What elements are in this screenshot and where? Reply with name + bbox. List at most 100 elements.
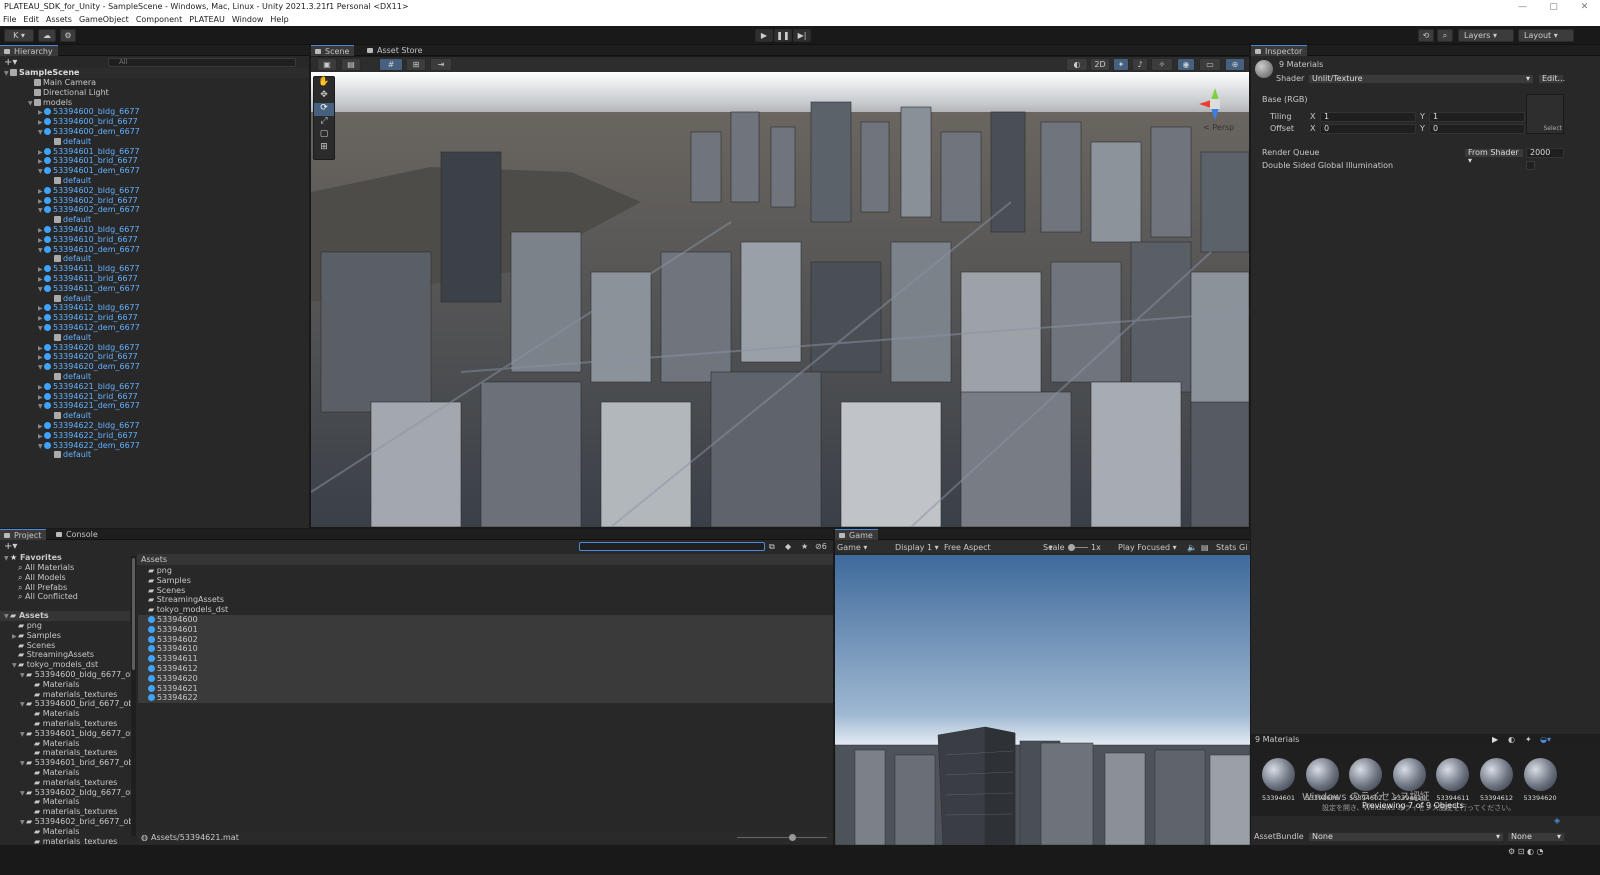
gizmos-icon[interactable]: ⊕ [1225, 58, 1245, 71]
hierarchy-item[interactable]: ▼ 53394602_dem_6677 [38, 205, 140, 215]
menu-help[interactable]: Help [270, 14, 288, 26]
hierarchy-item[interactable]: default [48, 137, 91, 147]
asset-material[interactable]: 53394621 [138, 683, 833, 694]
camera-icon[interactable]: ▭ [1199, 58, 1221, 71]
scene-viewport[interactable]: ✋ ✥ ⟳ ⤢ ▢ ⊞ < Persp [311, 72, 1249, 527]
hierarchy-item[interactable]: ▶ 53394610_brid_6677 [38, 235, 138, 245]
chevron-down-icon[interactable]: ▼ [38, 324, 44, 334]
snap-icon[interactable]: ⊞ [406, 58, 426, 71]
hierarchy-item[interactable]: ▶ 53394622_brid_6677 [38, 431, 138, 441]
texture-select-button[interactable]: Select [1543, 125, 1562, 132]
hierarchy-item[interactable]: ▶ 53394621_brid_6677 [38, 392, 138, 402]
rect-tool-icon[interactable]: ▢ [314, 129, 334, 142]
project-folder[interactable]: ▰ materials_textures [28, 837, 117, 845]
project-folder[interactable]: ▼▰ 53394600_bldg_6677_obj [20, 670, 133, 680]
lighting-icon[interactable]: ✦ [1113, 58, 1129, 71]
play-focus-dropdown[interactable]: Play Focused ▾ [1118, 543, 1177, 552]
collab-icon[interactable]: ⚙ [60, 29, 76, 42]
project-folder[interactable]: ▰ materials_textures [28, 719, 117, 729]
hierarchy-item[interactable]: ▶ 53394612_bldg_6677 [38, 303, 140, 313]
tiling-y-field[interactable]: 1 [1429, 112, 1525, 122]
icon-size-slider[interactable] [737, 834, 827, 841]
project-folder[interactable]: ▼▰ 53394601_brid_6677_obj [20, 758, 133, 768]
tab-hierarchy[interactable]: Hierarchy [0, 45, 58, 56]
scene-row[interactable]: ▼ SampleScene [4, 68, 309, 78]
asset-material[interactable]: 53394620 [138, 673, 833, 684]
close-button[interactable]: ✕ [1569, 0, 1600, 14]
project-folder[interactable]: ▰ materials_textures [28, 690, 117, 700]
favorite-star-icon[interactable]: ★ [801, 542, 808, 551]
game-viewport[interactable] [835, 555, 1250, 845]
hierarchy-item[interactable]: ▶ 53394600_brid_6677 [38, 117, 138, 127]
project-folder[interactable]: ▰ materials_textures [28, 807, 117, 817]
hand-tool-icon[interactable]: ✋ [314, 77, 334, 90]
favorite-item[interactable]: ⌕ All Materials [18, 563, 74, 573]
asset-material[interactable]: 53394612 [138, 664, 833, 674]
hierarchy-item[interactable]: ▶ 53394601_brid_6677 [38, 156, 138, 166]
asset-material[interactable]: 53394602 [138, 634, 833, 645]
hierarchy-item[interactable]: ▶ 53394622_bldg_6677 [38, 421, 140, 431]
tiling-x-field[interactable]: 1 [1320, 112, 1416, 122]
project-search-input[interactable] [579, 542, 765, 551]
shader-dropdown[interactable]: Unlit/Texture ▾ [1308, 74, 1534, 84]
project-folder[interactable]: ▼▰ 53394601_bldg_6677_obj [20, 729, 133, 739]
display-dropdown[interactable]: Display 1 ▾ [895, 543, 939, 552]
project-folder[interactable]: ▰ png [12, 621, 42, 631]
assetbundle-variant-dropdown[interactable]: None ▾ [1507, 832, 1565, 842]
menu-gameobject[interactable]: GameObject [79, 14, 129, 26]
dsgi-checkbox[interactable] [1526, 161, 1535, 170]
hierarchy-item[interactable]: Directional Light [28, 88, 109, 98]
preview-sphere-icon[interactable]: ◐ [1508, 735, 1515, 744]
stats-button[interactable]: Stats [1216, 543, 1236, 552]
draw-mode-icon[interactable]: ▣ [317, 58, 337, 71]
project-folder[interactable]: ▰ Materials [28, 709, 79, 719]
project-folder[interactable]: ▰ materials_textures [28, 778, 117, 788]
hierarchy-item[interactable]: ▼ 53394610_dem_6677 [38, 245, 140, 255]
cloud-icon[interactable]: ☁ [38, 29, 56, 42]
hierarchy-item[interactable]: ▶ 53394600_bldg_6677 [38, 107, 140, 117]
tab-inspector[interactable]: Inspector [1251, 45, 1308, 56]
hierarchy-item[interactable]: default [48, 254, 91, 264]
add-icon[interactable]: +▾ [4, 57, 17, 68]
project-folder[interactable]: ▰ Materials [28, 739, 79, 749]
asset-material[interactable]: 53394601 [138, 624, 833, 635]
material-thumbnail[interactable] [1349, 758, 1383, 791]
favorite-item[interactable]: ⌕ All Models [18, 573, 66, 583]
assetbundle-dropdown[interactable]: None ▾ [1308, 832, 1504, 842]
material-thumbnail[interactable] [1305, 758, 1339, 791]
step-button[interactable]: ▶| [793, 29, 811, 42]
2d-toggle[interactable]: 2D [1090, 58, 1110, 71]
orientation-gizmo[interactable]: < Persp [1195, 84, 1235, 134]
hierarchy-item[interactable]: default [48, 450, 91, 460]
asset-material[interactable]: 53394600 [138, 615, 833, 625]
shader-edit-button[interactable]: Edit... [1538, 74, 1565, 84]
hierarchy-item[interactable]: ▶ 53394611_bldg_6677 [38, 264, 140, 274]
play-preview-icon[interactable]: ▶ [1492, 735, 1498, 744]
favorite-item[interactable]: ⌕ All Conflicted [18, 592, 78, 602]
material-thumbnail[interactable] [1262, 758, 1295, 791]
tree-scrollbar[interactable] [131, 556, 136, 836]
hierarchy-item[interactable]: Main Camera [28, 78, 96, 88]
hierarchy-item[interactable]: ▼ 53394601_dem_6677 [38, 166, 140, 176]
offset-x-field[interactable]: 0 [1320, 124, 1416, 134]
hierarchy-item[interactable]: default [48, 411, 91, 421]
effects-icon[interactable]: ✧ [1151, 58, 1173, 71]
project-folder[interactable]: ▰ Materials [28, 797, 79, 807]
hidden-packages-icon[interactable]: ⊘6 [815, 542, 827, 551]
chevron-down-icon[interactable]: ▼ [38, 128, 44, 138]
hierarchy-item[interactable]: ▶ 53394601_bldg_6677 [38, 147, 140, 157]
mute-icon[interactable]: 🔈 [1187, 543, 1197, 552]
asset-folder[interactable]: ▰ Scenes [148, 586, 828, 596]
asset-material[interactable]: 53394611 [138, 654, 833, 665]
asset-folder[interactable]: ▰ Samples [148, 576, 828, 586]
transform-tool-icon[interactable]: ⊞ [314, 142, 334, 155]
project-add-icon[interactable]: +▾ [4, 541, 17, 552]
hierarchy-item[interactable]: ▶ 53394611_brid_6677 [38, 274, 138, 284]
chevron-down-icon[interactable]: ▼ [38, 285, 44, 295]
project-folder[interactable]: ▰ Materials [28, 827, 79, 837]
chevron-down-icon[interactable]: ▼ [38, 167, 44, 177]
project-folder[interactable]: ▼▰ 53394602_bldg_6677_obj [20, 788, 133, 798]
tab-project[interactable]: Project [0, 529, 47, 540]
audio-icon[interactable]: ♪ [1132, 58, 1148, 71]
shortcuts-icon[interactable]: ▤ [1201, 543, 1209, 552]
